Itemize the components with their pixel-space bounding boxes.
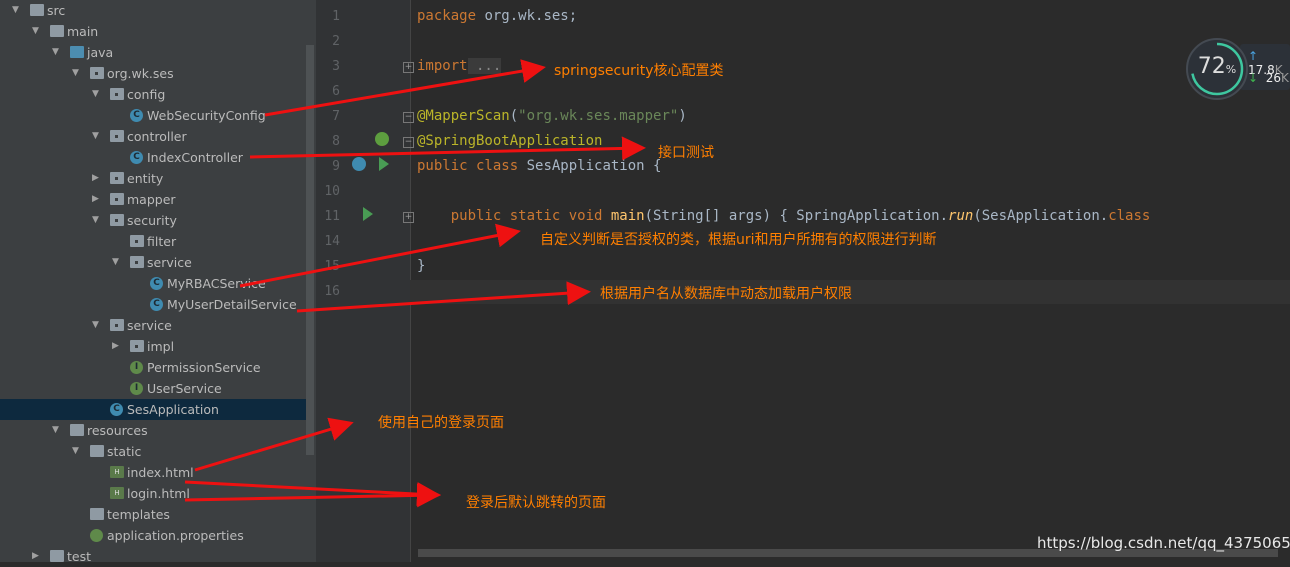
- arrow-line: [264, 59, 546, 117]
- download-arrow-icon: ↓: [1248, 71, 1259, 85]
- arrow-line: [249, 136, 646, 161]
- annotation-arrows: [184, 59, 646, 508]
- download-speed: 26: [1265, 71, 1281, 85]
- watermark: https://blog.csdn.net/qq_43750656: [1037, 534, 1290, 552]
- annotation-text: 使用自己的登录页面: [378, 415, 504, 431]
- annotation-text: 接口测试: [658, 145, 714, 161]
- annotation-text: 登录后默认跳转的页面: [466, 495, 606, 511]
- arrow-line: [194, 417, 354, 472]
- arrow-line: [296, 281, 591, 313]
- annotation-text: 自定义判断是否授权的类，根据uri和用户所拥有的权限进行判断: [540, 232, 937, 248]
- memory-gauge[interactable]: 72%: [1186, 38, 1248, 100]
- arrow-line: [184, 483, 441, 508]
- percent-sign: %: [1225, 63, 1237, 76]
- arrow-line: [184, 480, 441, 507]
- annotation-text: springsecurity核心配置类: [554, 63, 724, 79]
- annotation-text: 根据用户名从数据库中动态加载用户权限: [600, 286, 852, 302]
- unit: K: [1280, 71, 1289, 85]
- arrow-line: [239, 223, 521, 288]
- gauge-percent: 72: [1197, 54, 1226, 79]
- upload-arrow-icon: ↑: [1248, 49, 1259, 63]
